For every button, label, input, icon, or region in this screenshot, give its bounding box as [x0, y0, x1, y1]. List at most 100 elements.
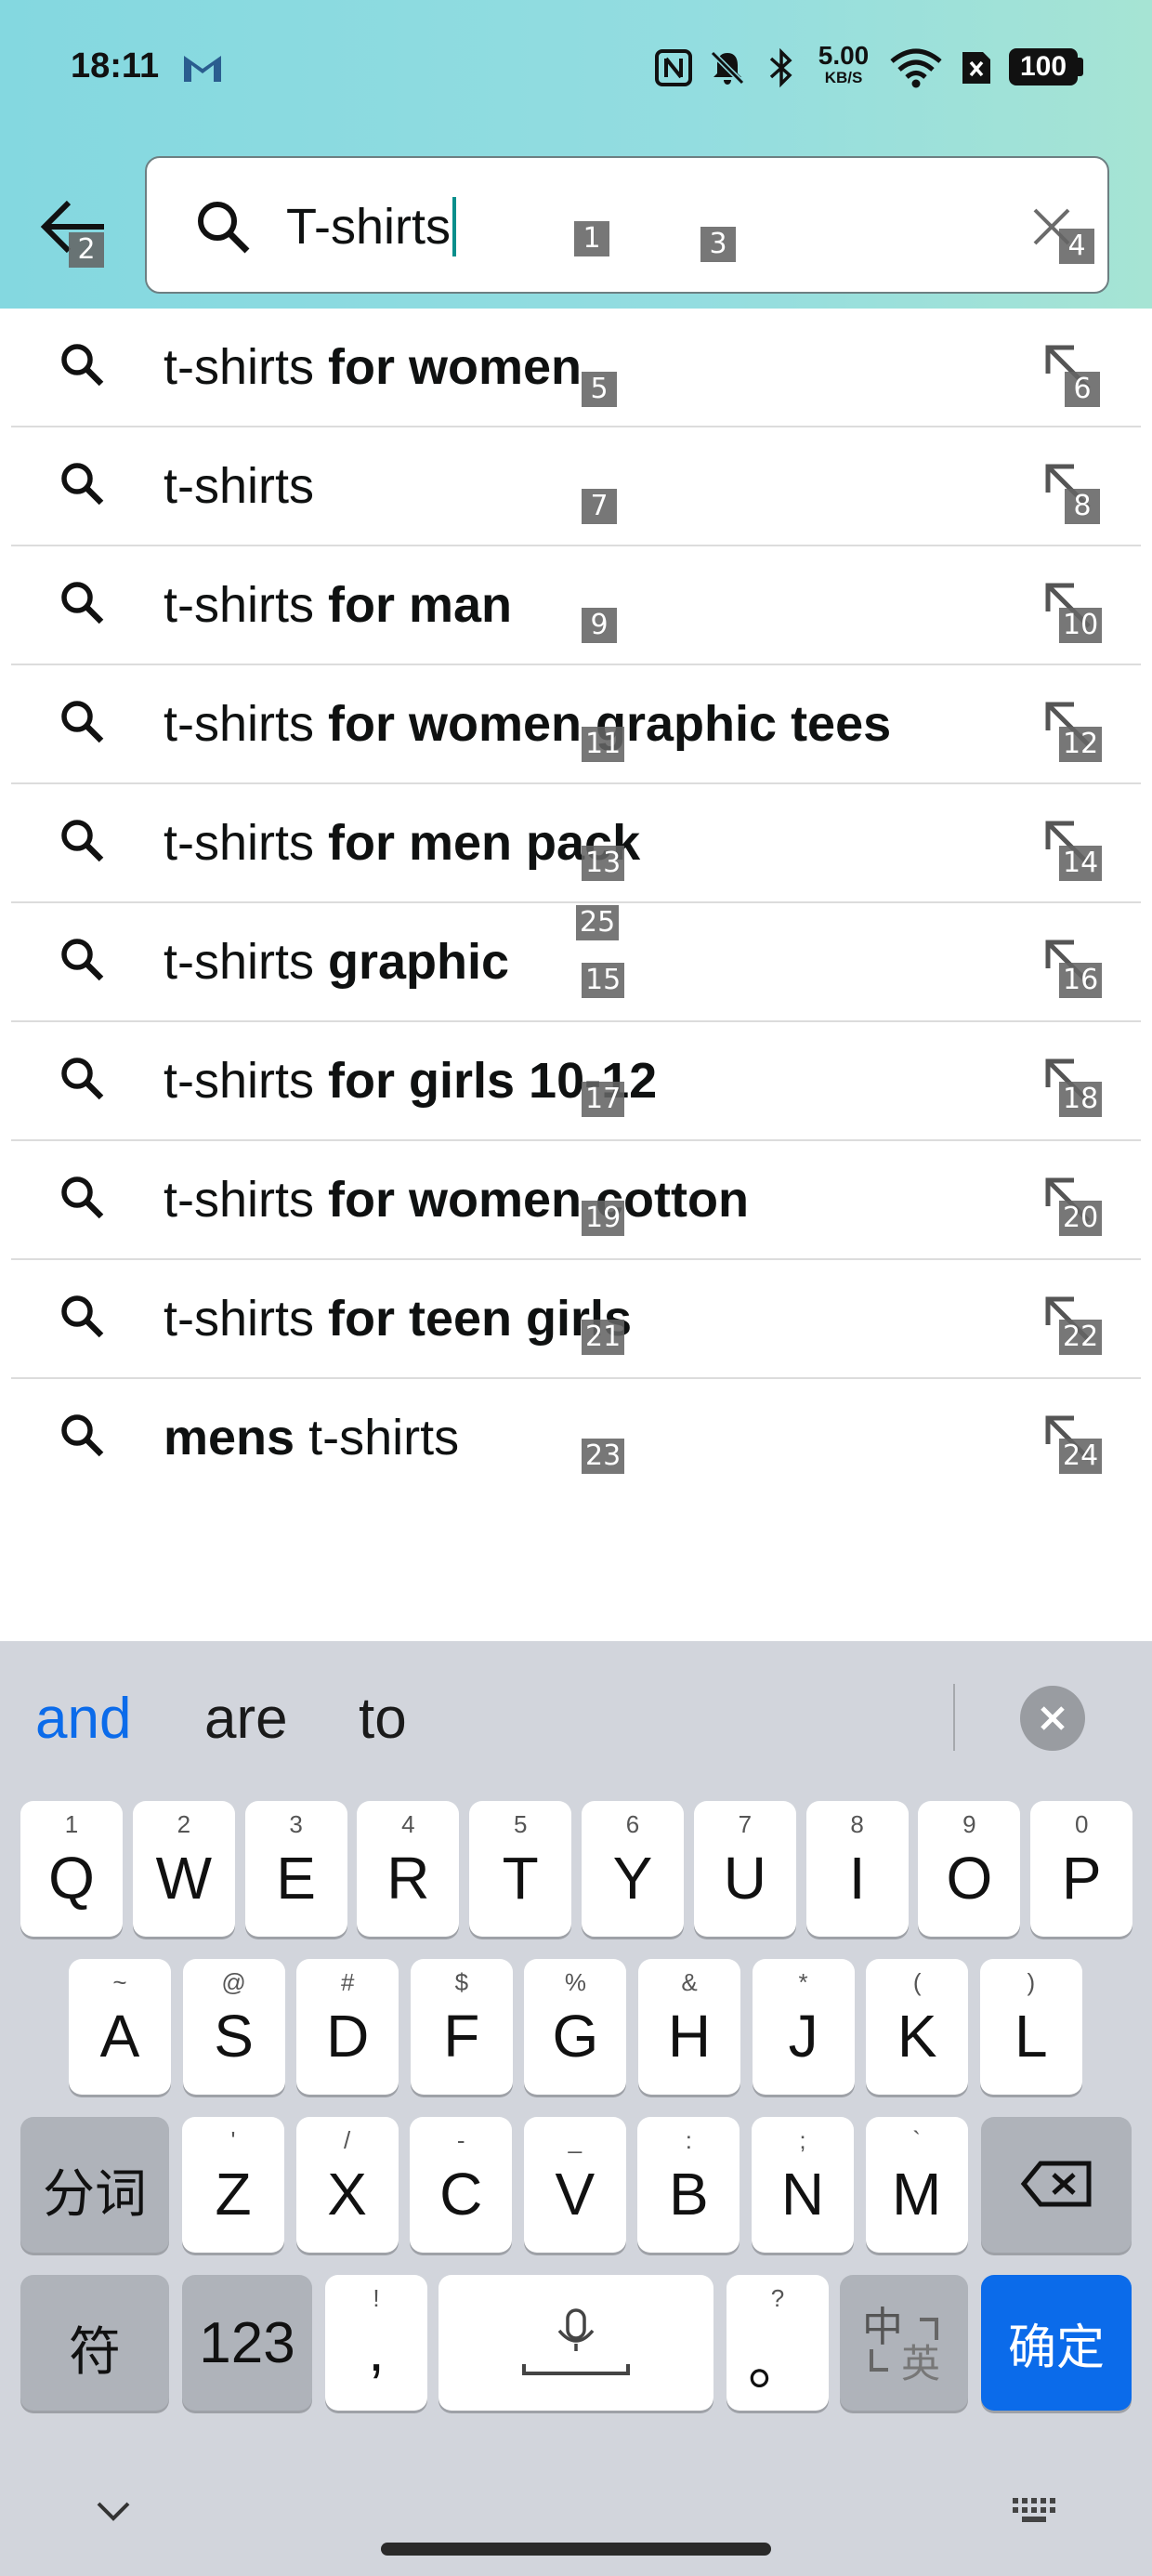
key-label: K [897, 2003, 937, 2070]
key-secondary-label: 5 [513, 1810, 528, 1838]
key-l[interactable]: ) L [979, 1959, 1082, 2095]
backspace-key[interactable] [981, 2117, 1132, 2253]
key-x[interactable]: / X [295, 2117, 399, 2253]
key-q[interactable]: 1Q [20, 1801, 123, 1937]
suggestion-row[interactable]: t-shirts for man [11, 546, 1141, 665]
key-label: Y [612, 1845, 653, 1912]
suggestion-completion: for women [328, 339, 583, 395]
key-secondary-label: ? [770, 2284, 785, 2312]
annotation-tag: 7 [582, 489, 617, 524]
key-h[interactable]: & H [638, 1959, 740, 2095]
symbol-key[interactable]: 符 [20, 2275, 169, 2411]
period-key[interactable]: ?。 [727, 2275, 829, 2411]
suggestion-text: t-shirts [164, 457, 314, 515]
key-n[interactable]: ; N [752, 2117, 854, 2253]
key-label: 。 [748, 2330, 807, 2397]
suggestion-prefix: t-shirts [164, 934, 329, 990]
suggestion-prefix: t-shirts [164, 458, 314, 514]
key-k[interactable]: (K [866, 1959, 969, 2095]
key-label: 确定 [1007, 2321, 1105, 2375]
key-label: L [1015, 2003, 1048, 2070]
language-switch-key[interactable]: 中英 [840, 2275, 968, 2411]
nfc-icon [655, 49, 692, 86]
candidate-are[interactable]: are [204, 1686, 288, 1752]
comma-key[interactable]: !, [325, 2275, 427, 2411]
key-secondary-label: / [343, 2126, 351, 2154]
search-input[interactable]: T-shirts [145, 156, 1109, 294]
segment-key[interactable]: 分词 [20, 2117, 169, 2253]
annotation-tag: 14 [1059, 846, 1103, 881]
numeric-key[interactable]: 123 [182, 2275, 312, 2411]
key-label: J [788, 2003, 818, 2070]
suggestion-row[interactable]: t-shirts for women graphic tees [11, 665, 1141, 784]
annotation-tag: 3 [700, 227, 736, 262]
key-s[interactable]: @ S [182, 1959, 285, 2095]
key-secondary-label: _ [568, 2126, 583, 2154]
key-j[interactable]: * J [752, 1959, 855, 2095]
key-r[interactable]: 4R [357, 1801, 460, 1937]
search-icon [58, 935, 106, 988]
suggestion-text: t-shirts for women graphic tees [164, 695, 891, 753]
search-icon [58, 816, 106, 869]
suggestion-row[interactable]: t-shirts for women cotton [11, 1141, 1141, 1260]
suggestion-row[interactable]: mens t-shirts [11, 1379, 1141, 1496]
annotation-tag: 12 [1059, 727, 1103, 762]
candidate-to[interactable]: to [359, 1686, 407, 1752]
key-secondary-label: % [564, 1968, 586, 1996]
key-v[interactable]: _ V [523, 2117, 626, 2253]
key-b[interactable]: :B [637, 2117, 740, 2253]
annotation-tag: 4 [1059, 229, 1094, 264]
key-f[interactable]: $ F [410, 1959, 513, 2095]
key-secondary-label: ; [799, 2126, 806, 2154]
language-main-label: 中 [862, 2305, 903, 2350]
key-label: P [1061, 1845, 1102, 1912]
key-secondary-label: & [681, 1968, 698, 1996]
confirm-key[interactable]: 确定 [981, 2275, 1132, 2411]
suggestion-row[interactable]: t-shirts [11, 427, 1141, 546]
suggestion-completion: mens [164, 1410, 309, 1465]
key-a[interactable]: ~ A [69, 1959, 171, 2095]
suggestion-prefix: t-shirts [164, 339, 329, 395]
close-icon [1041, 1706, 1065, 1730]
candidate-and[interactable]: and [35, 1686, 131, 1752]
key-label: H [667, 2003, 712, 2070]
key-w[interactable]: 2W [132, 1801, 235, 1937]
key-t[interactable]: 5T [469, 1801, 572, 1937]
key-y[interactable]: 6Y [582, 1801, 684, 1937]
key-secondary-label: $ [454, 1968, 469, 1996]
collapse-keyboard-icon[interactable] [93, 2496, 134, 2524]
suggestion-completion: graphic [328, 934, 510, 990]
key-i[interactable]: 8I [805, 1801, 909, 1937]
suggestion-row[interactable]: t-shirts for men pack [11, 784, 1141, 903]
key-p[interactable]: 0P [1030, 1801, 1133, 1937]
key-label: C [439, 2161, 483, 2228]
header: 18:11 5.00 KB/S 100 T-shirts [0, 0, 1152, 309]
search-icon [58, 1173, 106, 1226]
key-z[interactable]: ' Z [182, 2117, 284, 2253]
keyboard: and are to 1 Q 2 W 3 E 4 R 5 T 6 Y 7 U 8 I 9 O 0 P ~ A @ S # D $ F%… [0, 1641, 1152, 2576]
key-secondary-label: 3 [289, 1810, 303, 1838]
candidate-divider [953, 1684, 955, 1751]
suggestion-row[interactable]: t-shirts for teen girls [11, 1260, 1141, 1379]
key-g[interactable]: % G [524, 1959, 627, 2095]
key-label: E [276, 1845, 316, 1912]
wifi-icon [890, 48, 942, 88]
suggestion-row[interactable]: t-shirts for women [11, 309, 1141, 427]
key-label: 分词 [43, 2164, 147, 2223]
key-c[interactable]: -C [410, 2117, 513, 2253]
suggestion-prefix: t-shirts [164, 696, 329, 752]
key-u[interactable]: 7U [693, 1801, 796, 1937]
key-m[interactable]: ` M [865, 2117, 968, 2253]
suggestion-row[interactable]: t-shirts for girls 10-12 [11, 1022, 1141, 1141]
key-o[interactable]: 9O [918, 1801, 1021, 1937]
key-secondary-label: 4 [401, 1810, 415, 1838]
key-label: W [155, 1845, 212, 1912]
space-key[interactable] [439, 2275, 713, 2411]
keyboard-switch-icon[interactable] [1011, 2494, 1063, 2528]
search-icon [58, 1054, 106, 1107]
candidate-close-button[interactable] [1020, 1686, 1085, 1751]
key-e[interactable]: 3E [244, 1801, 347, 1937]
key-d[interactable]: # D [296, 1959, 399, 2095]
suggestion-list: t-shirts for women t-shirts t-shirts for m… [0, 309, 1152, 1496]
sim-icon [962, 52, 990, 84]
